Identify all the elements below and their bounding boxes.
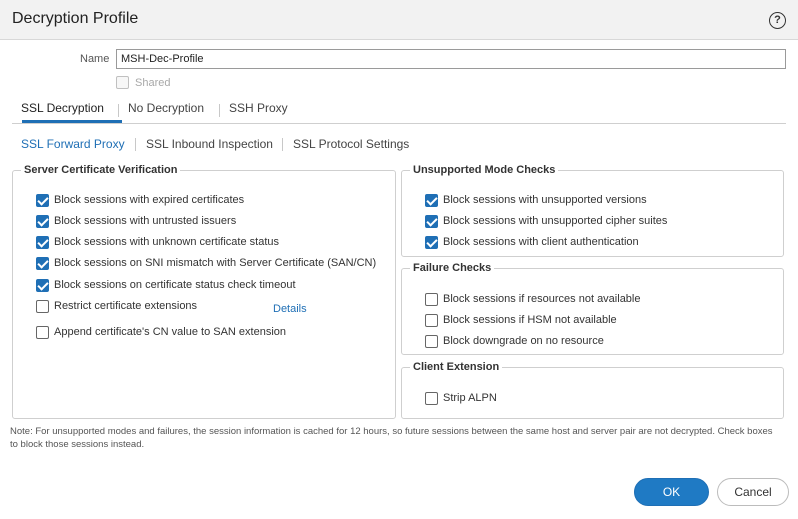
failure-checks-group: Failure Checks Block sessions if resourc… (401, 262, 784, 355)
main-tabs: SSL Decryption No Decryption SSH Proxy (12, 98, 786, 124)
checkbox[interactable] (425, 215, 438, 228)
shared-checkbox[interactable] (116, 76, 129, 89)
option-label: Block sessions on certificate status che… (54, 279, 296, 291)
active-tab-indicator (22, 120, 122, 123)
dialog-titlebar: Decryption Profile ? (0, 0, 798, 40)
option-label: Block sessions with untrusted issuers (54, 215, 237, 227)
server-certificate-verification-legend: Server Certificate Verification (24, 164, 178, 176)
tab-divider (219, 104, 220, 117)
checkbox[interactable] (425, 236, 438, 249)
sub-tabs: SSL Forward Proxy SSL Inbound Inspection… (12, 134, 786, 156)
failure-checks-legend: Failure Checks (413, 262, 492, 274)
ok-button[interactable]: OK (634, 478, 709, 506)
checkbox[interactable] (36, 279, 49, 292)
tab-ssh-proxy[interactable]: SSH Proxy (229, 101, 288, 115)
unsupported-mode-checks-group: Unsupported Mode Checks Block sessions w… (401, 164, 784, 257)
option-label: Restrict certificate extensions (54, 300, 198, 312)
checkbox[interactable] (36, 194, 49, 207)
option-label: Strip ALPN (443, 392, 497, 404)
option-label: Block downgrade on no resource (443, 335, 604, 347)
tab-no-decryption[interactable]: No Decryption (128, 101, 204, 115)
unsupported-mode-checks-legend: Unsupported Mode Checks (413, 164, 556, 176)
subtab-ssl-protocol-settings[interactable]: SSL Protocol Settings (293, 137, 409, 151)
option-label: Block sessions with unsupported cipher s… (443, 215, 668, 227)
server-certificate-verification-group: Server Certificate Verification Block se… (12, 164, 396, 419)
name-label: Name (80, 53, 110, 65)
cancel-button[interactable]: Cancel (717, 478, 789, 506)
checkbox[interactable] (36, 215, 49, 228)
cache-note: Note: For unsupported modes and failures… (10, 426, 773, 450)
client-extension-group: Client Extension Strip ALPN (401, 361, 784, 419)
checkbox[interactable] (36, 236, 49, 249)
tab-ssl-decryption[interactable]: SSL Decryption (21, 101, 104, 115)
checkbox[interactable] (425, 392, 438, 405)
tab-divider (118, 104, 119, 117)
option-label: Block sessions with unknown certificate … (54, 236, 279, 248)
option-label: Block sessions with client authenticatio… (443, 236, 639, 248)
help-icon[interactable]: ? (769, 12, 786, 29)
option-label: Append certificate's CN value to SAN ext… (54, 326, 286, 338)
option-label: Block sessions with expired certificates (54, 194, 245, 206)
option-label: Block sessions on SNI mismatch with Serv… (54, 257, 377, 269)
subtab-divider (135, 138, 136, 151)
checkbox[interactable] (36, 257, 49, 270)
checkbox[interactable] (36, 300, 49, 313)
checkbox[interactable] (425, 335, 438, 348)
details-link[interactable]: Details (273, 303, 307, 315)
option-label: Block sessions if resources not availabl… (443, 293, 641, 305)
subtab-ssl-forward-proxy[interactable]: SSL Forward Proxy (21, 137, 125, 151)
checkbox[interactable] (425, 194, 438, 207)
checkbox[interactable] (36, 326, 49, 339)
client-extension-legend: Client Extension (413, 361, 500, 373)
option-label: Block sessions if HSM not available (443, 314, 617, 326)
dialog-title: Decryption Profile (12, 10, 139, 27)
name-input[interactable]: MSH-Dec-Profile (116, 49, 786, 69)
subtab-ssl-inbound-inspection[interactable]: SSL Inbound Inspection (146, 137, 273, 151)
shared-label: Shared (135, 77, 171, 89)
subtab-divider (282, 138, 283, 151)
checkbox[interactable] (425, 314, 438, 327)
checkbox[interactable] (425, 293, 438, 306)
option-label: Block sessions with unsupported versions (443, 194, 647, 206)
